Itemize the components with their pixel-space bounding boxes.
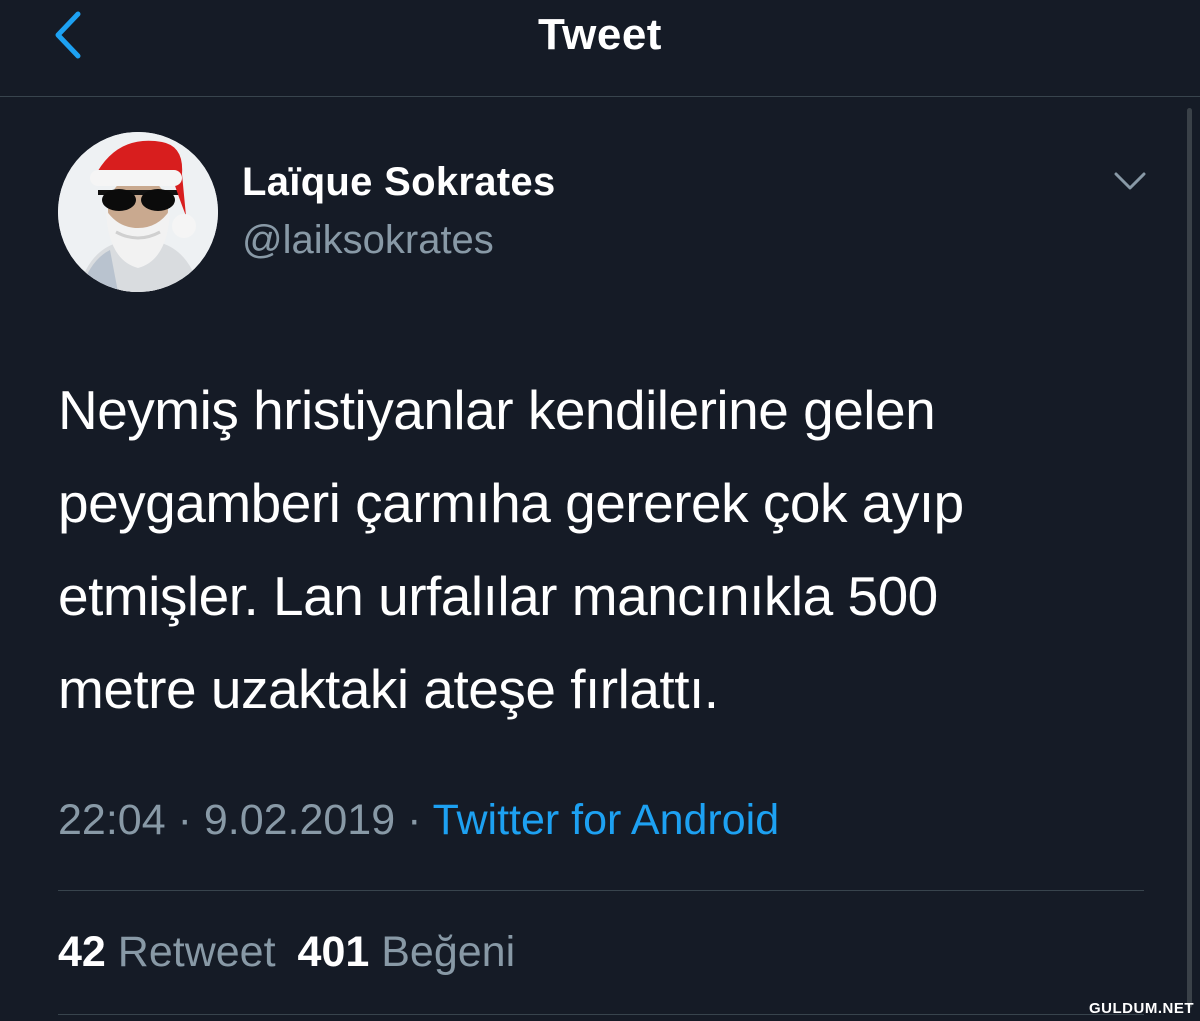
profile-picture [58, 132, 218, 292]
tweet-text-line: peygamberi çarmıha gererek çok ayıp [58, 472, 964, 534]
avatar[interactable] [58, 132, 218, 292]
page-title: Tweet [538, 10, 662, 59]
top-bar: Tweet [0, 0, 1200, 97]
tweet-time: 22:04 [58, 796, 166, 844]
retweets-stat[interactable]: 42 Retweet [58, 928, 276, 976]
separator: · [407, 796, 422, 844]
likes-stat[interactable]: 401 Beğeni [298, 928, 516, 976]
author-handle[interactable]: @laiksokrates [242, 218, 494, 263]
divider [58, 890, 1144, 891]
tweet-text-line: etmişler. Lan urfalılar mancınıkla 500 [58, 565, 938, 627]
author-name[interactable]: Laïque Sokrates [242, 160, 556, 205]
tweet-text-line: metre uzaktaki ateşe fırlattı. [58, 658, 719, 720]
like-count: 401 [297, 928, 370, 976]
tweet-options-button[interactable] [1112, 166, 1148, 196]
divider [58, 1014, 1144, 1015]
tweet-source-link[interactable]: Twitter for Android [433, 796, 780, 844]
scrollbar[interactable] [1187, 108, 1192, 1008]
tweet-meta: 22:04 · 9.02.2019 · Twitter for Android [58, 796, 779, 845]
tweet-detail-screen: Tweet Laïque Sokrates @laiksokrates Neym… [0, 0, 1200, 1021]
tweet-stats: 42 Retweet 401 Beğeni [58, 928, 515, 977]
separator: · [177, 796, 192, 844]
like-label: Beğeni [381, 928, 516, 976]
chevron-down-icon [1114, 172, 1146, 190]
watermark: GULDUM.NET [1089, 1000, 1194, 1017]
tweet-text-line: Neymiş hristiyanlar kendilerine gelen [58, 379, 936, 441]
retweet-count: 42 [58, 928, 106, 976]
tweet-date: 9.02.2019 [203, 796, 396, 844]
retweet-label: Retweet [117, 928, 276, 976]
tweet-text: Neymiş hristiyanlar kendilerine gelen pe… [58, 364, 1158, 736]
